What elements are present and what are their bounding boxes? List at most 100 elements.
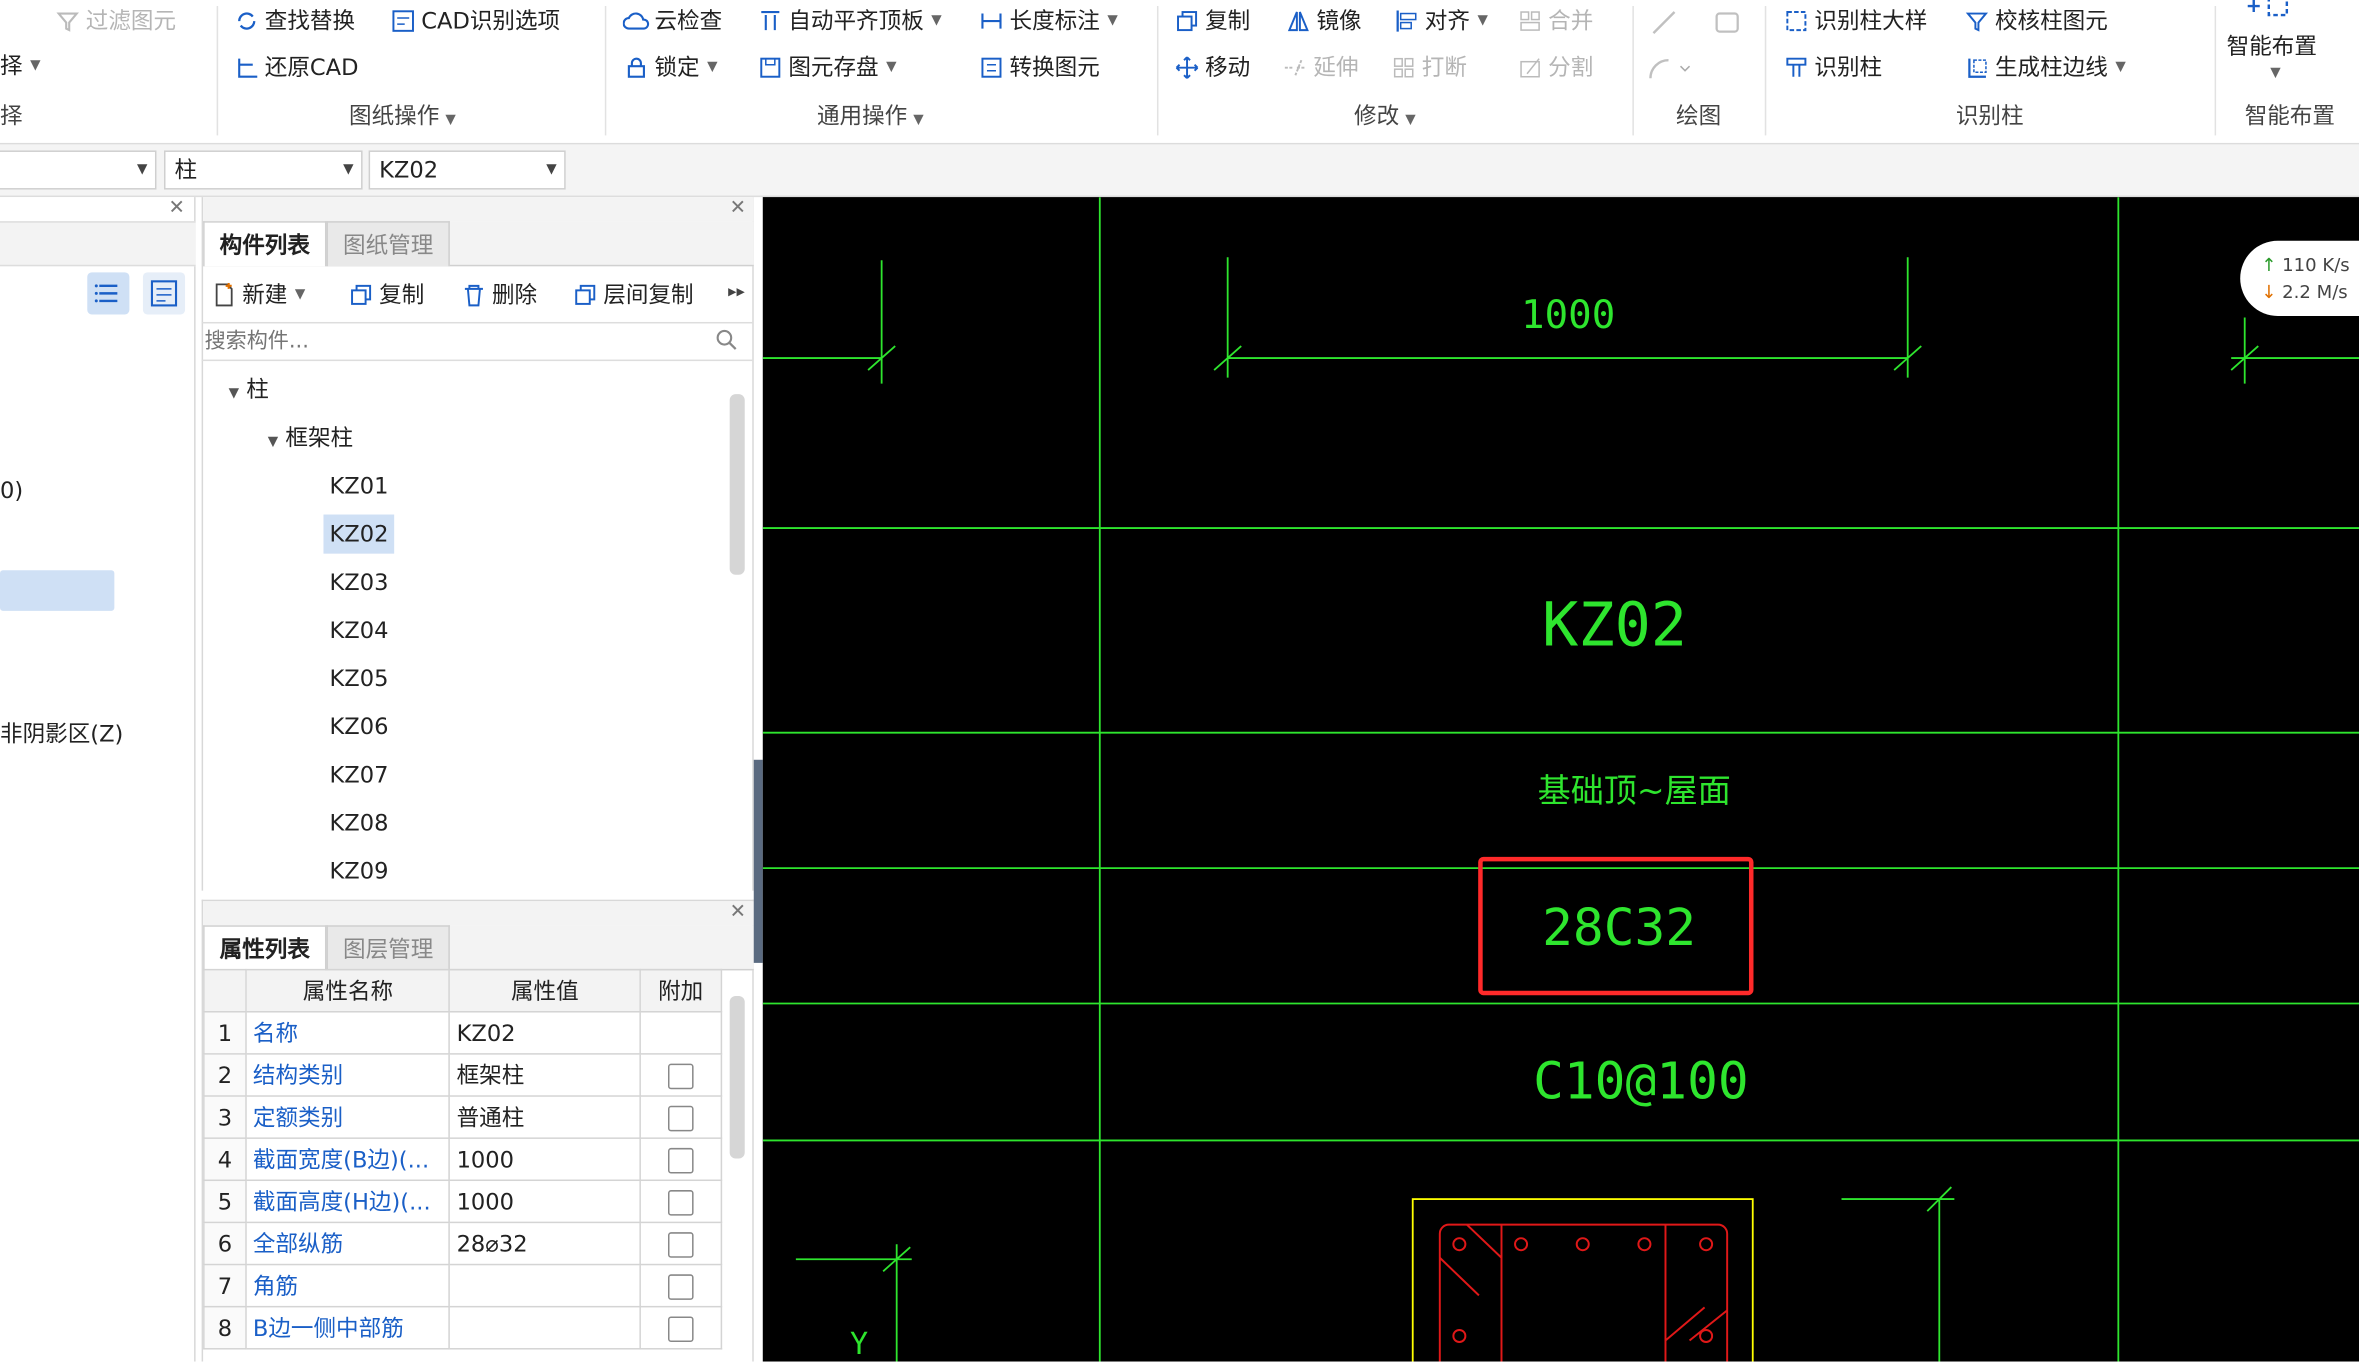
close-icon[interactable]: ✕ <box>730 197 746 220</box>
list-item-kz03[interactable]: KZ03 <box>329 563 388 602</box>
identify-column-detail-button[interactable]: 识别柱大样 <box>1783 3 1927 39</box>
list-item-kz02[interactable]: KZ02 <box>323 514 395 554</box>
floor-select[interactable]: ▼ <box>0 150 157 190</box>
auto-align-top-button[interactable]: 自动平齐顶板 ▼ <box>757 3 942 39</box>
tab-drawing-management[interactable]: 图纸管理 <box>326 221 450 267</box>
property-value[interactable]: 1000 <box>449 1137 641 1182</box>
list-item-kz06[interactable]: KZ06 <box>329 707 388 746</box>
modify-group-label[interactable]: 修改 ▼ <box>1354 99 1416 129</box>
nav-item-selected[interactable] <box>0 570 115 611</box>
property-value[interactable]: KZ02 <box>449 1011 641 1055</box>
close-icon[interactable]: ✕ <box>169 197 185 220</box>
extra-checkbox[interactable] <box>667 1062 694 1089</box>
copy-component-button[interactable]: 复制 <box>348 277 424 313</box>
lock-button[interactable]: 锁定 ▼ <box>623 50 718 86</box>
row-number: 2 <box>203 1053 247 1097</box>
mirror-button[interactable]: 镜像 <box>1285 3 1362 39</box>
list-item-kz07[interactable]: KZ07 <box>329 755 388 794</box>
tab-component-list[interactable]: 构件列表 <box>203 221 327 267</box>
rectangle-draw-icon[interactable] <box>1714 9 1741 42</box>
network-speed-widget[interactable]: ↑ 110 K/s ↓ 2.2 M/s <box>2240 240 2359 316</box>
property-value[interactable]: 28⌀32 <box>449 1221 641 1266</box>
list-item-kz05[interactable]: KZ05 <box>329 659 388 698</box>
smart-layout-button[interactable]: 智能布置 <box>2227 30 2317 62</box>
smart-layout-icon[interactable] <box>2242 0 2302 30</box>
table-row[interactable]: 6 全部纵筋 28⌀32 <box>203 1221 723 1266</box>
align-button[interactable]: 对齐 ▼ <box>1393 3 1488 39</box>
nav-item-non-shadow[interactable]: 非阴影区(Z) <box>0 718 123 750</box>
nav-item-partial[interactable]: 0) <box>0 477 23 504</box>
extra-checkbox[interactable] <box>667 1273 694 1300</box>
search-icon[interactable] <box>715 328 739 358</box>
list-item-kz08[interactable]: KZ08 <box>329 803 388 842</box>
table-row[interactable]: 1 名称 KZ02 <box>203 1011 723 1055</box>
scrollbar-thumb[interactable] <box>729 394 745 575</box>
table-row[interactable]: 3 定额类别 普通柱 <box>203 1095 723 1139</box>
rebar-label[interactable]: 28C32 <box>1542 898 1696 958</box>
delete-component-button[interactable]: 删除 <box>460 277 537 313</box>
property-value[interactable] <box>449 1305 641 1350</box>
break-button[interactable]: 打断 <box>1390 50 1467 86</box>
search-box[interactable] <box>201 321 753 362</box>
merge-button[interactable]: 合并 <box>1517 3 1593 39</box>
element-save-button[interactable]: 图元存盘 ▼ <box>757 50 897 86</box>
table-row[interactable]: 5 截面高度(H边)(... 1000 <box>203 1179 723 1224</box>
smart-layout-group-label: 智能布置 <box>2244 102 2336 130</box>
extra-checkbox[interactable] <box>667 1105 694 1131</box>
more-icon[interactable]: ▸▸ <box>728 281 745 301</box>
chevron-down-icon[interactable]: ▼ <box>2270 66 2280 81</box>
detail-view-icon[interactable] <box>142 272 186 315</box>
new-component-button[interactable]: 新建 ▼ <box>211 277 305 313</box>
list-item-kz01[interactable]: KZ01 <box>329 466 388 505</box>
identify-column-button[interactable]: 识别柱 <box>1783 50 1882 86</box>
property-value[interactable]: 框架柱 <box>449 1053 641 1097</box>
tree-node-column[interactable]: ▼ 柱 <box>229 370 269 409</box>
extra-checkbox[interactable] <box>667 1189 694 1215</box>
scrollbar-thumb[interactable] <box>729 995 745 1159</box>
copy-button[interactable]: 复制 <box>1174 3 1250 39</box>
table-row[interactable]: 7 角筋 <box>203 1263 723 1308</box>
table-row[interactable]: 8 B边一侧中部筋 <box>203 1305 723 1350</box>
lock-icon <box>623 54 650 81</box>
check-column-button[interactable]: 校核柱图元 <box>1963 3 2108 39</box>
split-button[interactable]: 分割 <box>1517 50 1593 86</box>
tab-layer-management[interactable]: 图层管理 <box>326 925 450 971</box>
close-icon[interactable]: ✕ <box>730 901 746 924</box>
cad-canvas[interactable]: 1000 KZ02 基础顶~屋面 28C32 C10@100 Y <box>762 197 2359 1362</box>
property-value[interactable] <box>449 1263 641 1308</box>
tree-node-frame-column[interactable]: ▼ 框架柱 <box>268 418 353 457</box>
filter-element-button[interactable]: 过滤图元 <box>54 3 176 39</box>
generate-column-edge-button[interactable]: 生成柱边线 ▼ <box>1963 50 2126 86</box>
search-input[interactable] <box>204 326 702 357</box>
convert-element-button[interactable]: 转换图元 <box>978 50 1100 86</box>
cloud-check-button[interactable]: 云检查 <box>622 3 722 39</box>
panel-splitter[interactable] <box>753 759 763 963</box>
line-draw-icon[interactable] <box>1650 9 1677 42</box>
cad-options-button[interactable]: CAD识别选项 <box>390 3 560 39</box>
find-replace-button[interactable]: 查找替换 <box>233 3 355 39</box>
list-view-icon[interactable] <box>87 272 130 315</box>
extra-checkbox[interactable] <box>667 1315 694 1342</box>
list-item-kz04[interactable]: KZ04 <box>329 611 388 650</box>
extend-button[interactable]: 延伸 <box>1282 50 1359 86</box>
length-dimension-button[interactable]: 长度标注 ▼ <box>978 3 1118 39</box>
extra-checkbox[interactable] <box>667 1147 694 1173</box>
drawing-ops-group-label[interactable]: 图纸操作 ▼ <box>349 99 456 129</box>
floor-copy-button[interactable]: 层间复制 <box>572 277 694 313</box>
component-type-select[interactable]: 柱 ▼ <box>163 150 363 190</box>
extra-checkbox[interactable] <box>667 1231 694 1258</box>
column-id-label: KZ02 <box>1542 591 1688 661</box>
tab-property-list[interactable]: 属性列表 <box>203 925 327 971</box>
general-ops-group-label[interactable]: 通用操作 ▼ <box>817 99 924 129</box>
table-row[interactable]: 4 截面宽度(B边)(... 1000 <box>203 1137 723 1182</box>
component-select[interactable]: KZ02 ▼ <box>368 150 566 190</box>
property-tabs: 属性列表 图层管理 <box>203 925 450 971</box>
property-value[interactable]: 1000 <box>449 1179 641 1224</box>
select-partial-button[interactable]: 择 ▼ <box>0 48 41 84</box>
arc-draw-icon[interactable] <box>1647 54 1692 87</box>
restore-cad-button[interactable]: 还原CAD <box>233 50 359 86</box>
list-item-kz09[interactable]: KZ09 <box>329 852 388 891</box>
table-row[interactable]: 2 结构类别 框架柱 <box>203 1053 723 1097</box>
property-value[interactable]: 普通柱 <box>449 1095 641 1139</box>
move-button[interactable]: 移动 <box>1174 50 1250 86</box>
